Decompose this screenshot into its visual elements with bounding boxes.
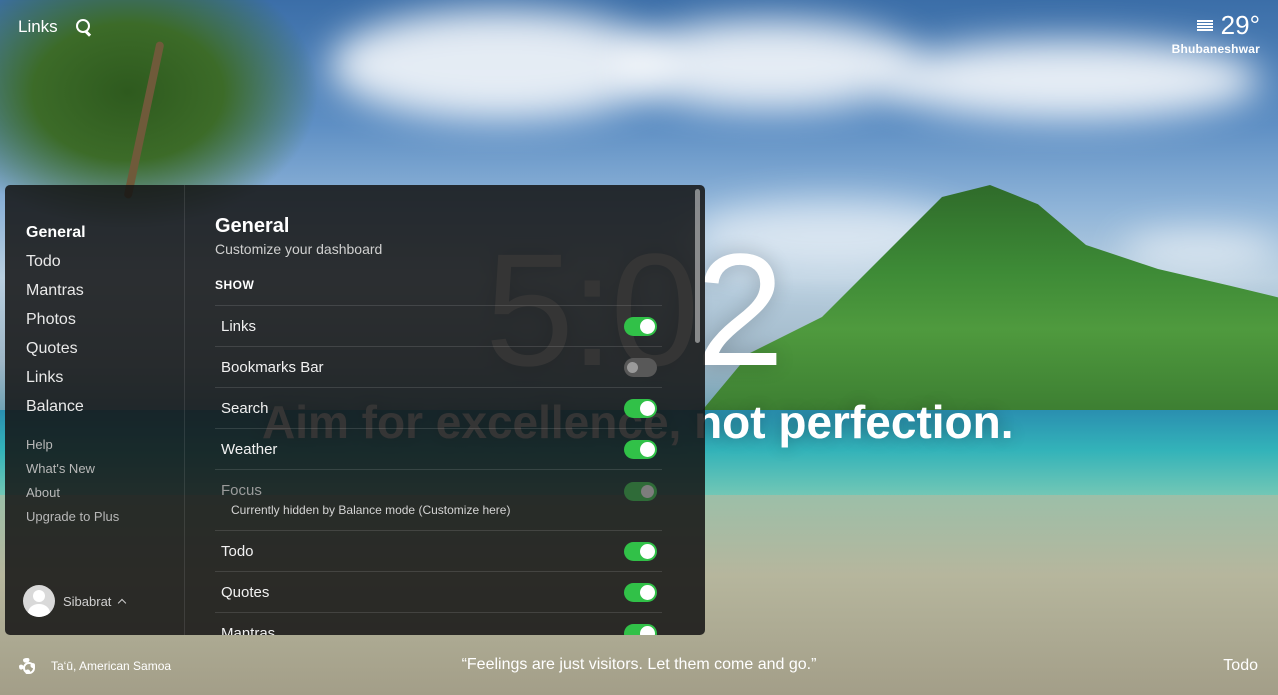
section-label-show: SHOW [215,278,255,292]
setting-label: Quotes [221,583,270,601]
daily-quote: “Feelings are just visitors. Let them co… [461,656,817,673]
toggle-search[interactable] [624,398,657,418]
setting-label: Focus [221,482,262,499]
nav-item-quotes[interactable]: Quotes [26,334,184,363]
temperature: 29° [1220,10,1260,40]
user-menu[interactable]: Sibabrat [23,585,127,617]
chevron-up-icon [118,598,127,607]
setting-row-search[interactable]: Search [215,387,662,428]
links-button[interactable]: Links [18,17,58,37]
todo-button[interactable]: Todo [1223,657,1258,675]
setting-row-todo[interactable]: Todo [215,530,662,571]
setting-row-quotes[interactable]: Quotes [215,571,662,612]
fog-icon [1196,19,1213,32]
user-name: Sibabrat [63,593,112,609]
focus-hidden-note[interactable]: Currently hidden by Balance mode (Custom… [231,503,510,517]
toggle-focus [624,482,657,501]
weather-widget[interactable]: 29° Bhubaneshwar [1172,10,1260,56]
settings-panel: General Todo Mantras Photos Quotes Links… [5,185,705,635]
toggle-bookmarks-bar[interactable] [624,357,657,377]
setting-label: Search [221,399,269,417]
page-subtitle: Customize your dashboard [215,241,383,257]
nav-item-balance[interactable]: Balance [26,392,184,421]
toggle-todo[interactable] [624,541,657,561]
setting-row-focus[interactable]: Focus Currently hidden by Balance mode (… [215,469,662,530]
setting-label: Mantras [221,624,276,636]
nav-item-mantras[interactable]: Mantras [26,276,184,305]
top-left-bar: Links [18,17,92,37]
setting-row-bookmarks-bar[interactable]: Bookmarks Bar [215,346,662,387]
weather-city: Bhubaneshwar [1171,42,1260,56]
nav-item-photos[interactable]: Photos [26,305,184,334]
settings-list: Links Bookmarks Bar Search Weather Focus… [215,305,662,635]
nav-item-general[interactable]: General [26,218,184,247]
setting-row-mantras[interactable]: Mantras [215,612,662,635]
nav-item-whats-new[interactable]: What's New [26,457,184,481]
settings-content: General Customize your dashboard SHOW Li… [185,185,705,635]
settings-scrollbar[interactable] [695,189,700,343]
toggle-quotes[interactable] [624,582,657,602]
avatar [23,585,55,617]
page-title: General [215,215,290,237]
nav-item-upgrade[interactable]: Upgrade to Plus [26,505,184,529]
setting-row-links[interactable]: Links [215,305,662,346]
search-icon[interactable] [75,19,92,35]
nav-item-links[interactable]: Links [26,363,184,392]
toggle-mantras[interactable] [624,623,657,635]
setting-label: Links [221,317,257,335]
toggle-weather[interactable] [624,439,657,459]
setting-label: Todo [221,542,254,560]
settings-nav: General Todo Mantras Photos Quotes Links… [5,185,185,635]
setting-label: Bookmarks Bar [221,358,324,376]
nav-item-about[interactable]: About [26,481,184,505]
setting-label: Weather [221,440,278,458]
nav-item-help[interactable]: Help [26,433,184,457]
setting-row-weather[interactable]: Weather [215,428,662,469]
toggle-links[interactable] [624,316,657,336]
nav-item-todo[interactable]: Todo [26,247,184,276]
